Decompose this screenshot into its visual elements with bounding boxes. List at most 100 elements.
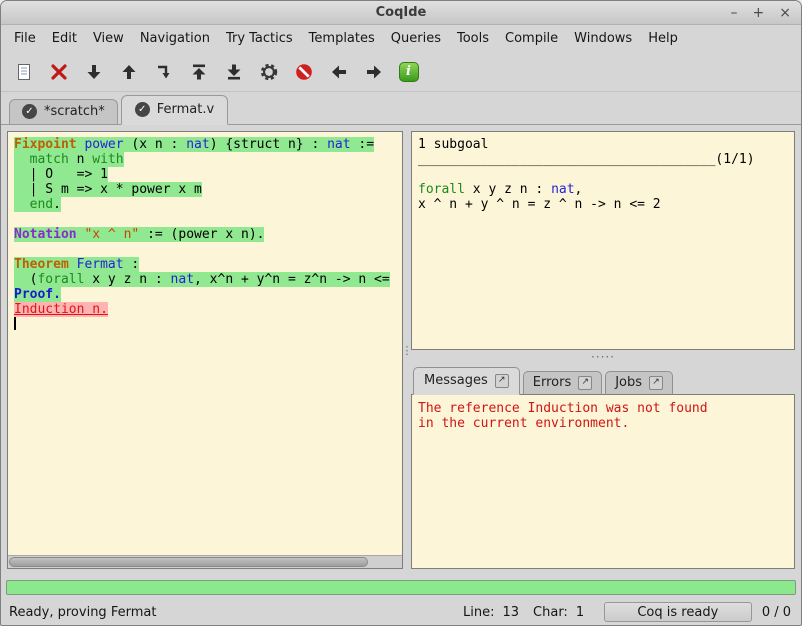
code-line: | S m => x * power x m [14, 182, 402, 197]
line-value: 13 [502, 605, 519, 620]
arrow-to-top-icon [189, 62, 209, 82]
tab-scratch-label: *scratch* [44, 104, 105, 119]
arrow-right-icon [364, 62, 384, 82]
tab-errors-label: Errors [533, 375, 571, 390]
check-circle-icon [22, 104, 37, 119]
fully-check-button[interactable] [255, 58, 282, 85]
menu-bar: File Edit View Navigation Try Tactics Te… [1, 25, 801, 52]
scrollbar-handle[interactable] [9, 557, 368, 567]
code-line: Induction n. [14, 302, 402, 317]
arrow-to-bottom-icon [224, 62, 244, 82]
menu-item-try-tactics[interactable]: Try Tactics [218, 27, 301, 50]
corner-arrow-icon [154, 62, 174, 82]
go-to-end-button[interactable] [220, 58, 247, 85]
restart-button[interactable] [185, 58, 212, 85]
gear-icon [259, 62, 279, 82]
code-line [14, 317, 402, 332]
code-line: | O => 1 [14, 167, 402, 182]
code-line: Proof. [14, 287, 402, 302]
menu-item-compile[interactable]: Compile [497, 27, 566, 50]
tab-scratch[interactable]: *scratch* [9, 99, 118, 125]
coqide-window: CoqIde – + × File Edit View Navigation T… [0, 0, 802, 626]
menu-item-windows[interactable]: Windows [566, 27, 640, 50]
code-line: match n with [14, 152, 402, 167]
status-bar: Ready, proving Fermat Line: 13 Char: 1 C… [1, 599, 801, 625]
minimize-button[interactable]: – [731, 6, 738, 20]
window-title: CoqIde [376, 5, 427, 20]
close-buffer-button[interactable] [45, 58, 72, 85]
code-line: Fixpoint power (x n : nat) {struct n} : … [14, 137, 402, 152]
code-line: (forall x y z n : nat, x^n + y^n = z^n -… [14, 272, 402, 287]
script-editor[interactable]: Fixpoint power (x n : nat) {struct n} : … [8, 132, 402, 555]
coq-state-indicator: Coq is ready [604, 602, 752, 622]
no-entry-icon [294, 62, 314, 82]
menu-item-file[interactable]: File [6, 27, 44, 50]
menu-item-tools[interactable]: Tools [449, 27, 497, 50]
detach-icon[interactable] [495, 374, 509, 388]
code-line [418, 167, 794, 182]
menu-item-view[interactable]: View [85, 27, 132, 50]
tab-messages-label: Messages [424, 373, 488, 388]
menu-item-templates[interactable]: Templates [301, 27, 383, 50]
forward-button[interactable] [80, 58, 107, 85]
document-tabstrip: *scratch* Fermat.v [1, 92, 801, 125]
tab-errors[interactable]: Errors [523, 371, 602, 395]
arrow-down-icon [84, 62, 104, 82]
code-line: end. [14, 197, 402, 212]
goals-panel[interactable]: 1 subgoal_______________________________… [411, 131, 795, 350]
menu-item-navigation[interactable]: Navigation [132, 27, 218, 50]
previous-occurrence-button[interactable] [325, 58, 352, 85]
splitter-grip-icon [591, 350, 615, 364]
feedback-tabstrip: Messages Errors Jobs [411, 364, 795, 394]
tab-fermat-label: Fermat.v [157, 102, 214, 117]
tab-messages[interactable]: Messages [413, 367, 520, 395]
close-x-icon [49, 62, 69, 82]
coq-state-text: Coq is ready [637, 605, 718, 620]
horizontal-scrollbar[interactable] [8, 555, 402, 568]
right-column: 1 subgoal_______________________________… [411, 131, 795, 569]
status-message: Ready, proving Fermat [9, 605, 156, 620]
main-area: Fixpoint power (x n : nat) {struct n} : … [1, 125, 801, 575]
horizontal-splitter[interactable] [411, 350, 795, 364]
char-value: 1 [576, 605, 590, 620]
detach-icon[interactable] [578, 376, 592, 390]
vertical-splitter[interactable] [403, 131, 411, 569]
code-line: Theorem Fermat : [14, 257, 402, 272]
goto-cursor-button[interactable] [150, 58, 177, 85]
progress-bar [6, 580, 796, 595]
tab-fermat[interactable]: Fermat.v [121, 95, 228, 125]
detach-icon[interactable] [649, 376, 663, 390]
window-controls: – + × [731, 1, 791, 24]
menu-item-help[interactable]: Help [640, 27, 686, 50]
about-button[interactable] [395, 58, 422, 85]
code-line: Notation "x ^ n" := (power x n). [14, 227, 402, 242]
close-button[interactable]: × [779, 6, 791, 20]
jobs-counter: 0 / 0 [762, 605, 791, 620]
tab-jobs-label: Jobs [615, 375, 642, 390]
check-circle-icon [135, 102, 150, 117]
arrow-left-icon [329, 62, 349, 82]
code-line [14, 212, 402, 227]
backward-button[interactable] [115, 58, 142, 85]
tab-jobs[interactable]: Jobs [605, 371, 673, 395]
new-file-icon [14, 62, 34, 82]
menu-item-queries[interactable]: Queries [383, 27, 449, 50]
toolbar [1, 52, 801, 92]
code-line [14, 242, 402, 257]
code-line: ______________________________________(1… [418, 152, 794, 167]
interrupt-button[interactable] [290, 58, 317, 85]
script-editor-panel: Fixpoint power (x n : nat) {struct n} : … [7, 131, 403, 569]
code-line: in the current environment. [418, 416, 794, 431]
maximize-button[interactable]: + [753, 6, 765, 20]
title-bar[interactable]: CoqIde – + × [1, 1, 801, 25]
code-line: x ^ n + y ^ n = z ^ n -> n <= 2 [418, 197, 794, 212]
char-label: Char: [533, 605, 568, 620]
new-file-button[interactable] [10, 58, 37, 85]
messages-panel[interactable]: The reference Induction was not foundin … [411, 394, 795, 569]
code-line: forall x y z n : nat, [418, 182, 794, 197]
line-label: Line: [463, 605, 494, 620]
menu-item-edit[interactable]: Edit [44, 27, 85, 50]
next-occurrence-button[interactable] [360, 58, 387, 85]
code-line: The reference Induction was not found [418, 401, 794, 416]
text-cursor [14, 317, 16, 330]
